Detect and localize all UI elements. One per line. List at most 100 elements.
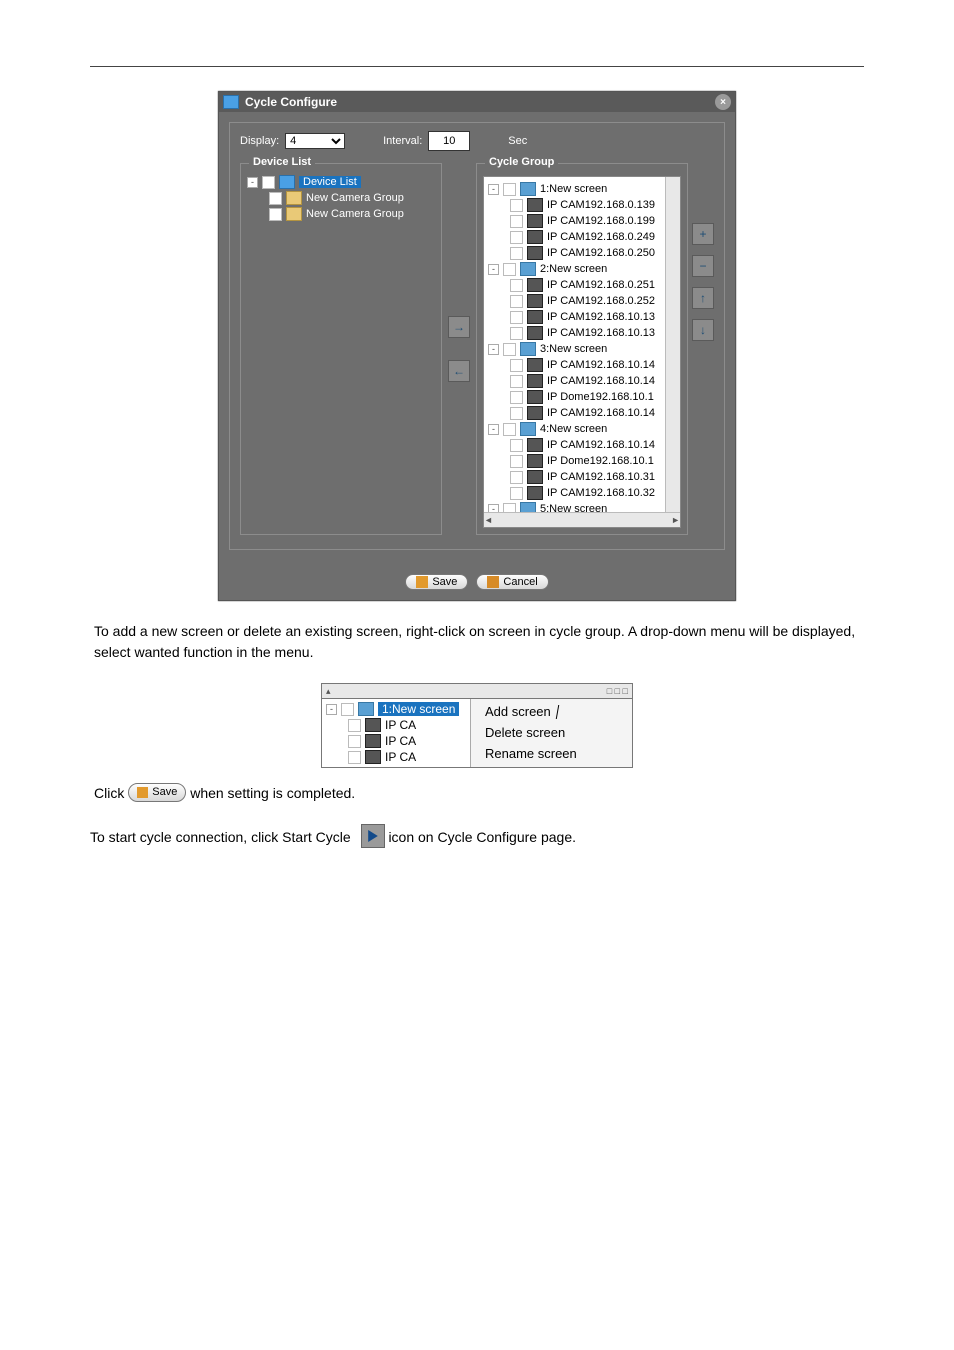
- cursor-icon: [556, 705, 569, 719]
- save-button[interactable]: Save: [405, 574, 468, 590]
- tree-item[interactable]: New Camera Group: [247, 206, 435, 222]
- checkbox[interactable]: [348, 719, 361, 732]
- checkbox[interactable]: [348, 751, 361, 764]
- tree-camera-node[interactable]: IP Dome192.168.10.1: [488, 453, 676, 469]
- checkbox[interactable]: [269, 192, 282, 205]
- move-left-button[interactable]: ←: [448, 360, 470, 382]
- expander-icon[interactable]: -: [326, 704, 337, 715]
- close-button[interactable]: ×: [715, 94, 731, 110]
- checkbox[interactable]: [503, 343, 516, 356]
- camera-label: IP CAM192.168.10.14: [547, 439, 655, 451]
- camera-label: IP CAM192.168.10.13: [547, 327, 655, 339]
- checkbox[interactable]: [510, 391, 523, 404]
- body-text: Click: [94, 785, 128, 801]
- tree-screen-node[interactable]: -3:New screen: [488, 341, 676, 357]
- expander-icon[interactable]: -: [488, 184, 499, 195]
- display-select[interactable]: 4: [285, 133, 345, 149]
- tree-camera-node[interactable]: IP CAM192.168.10.14: [488, 357, 676, 373]
- tree-screen-node[interactable]: -2:New screen: [488, 261, 676, 277]
- tree-item[interactable]: IP CA: [326, 733, 466, 749]
- start-cycle-button[interactable]: [361, 824, 385, 848]
- checkbox[interactable]: [503, 263, 516, 276]
- camera-icon: [527, 278, 543, 292]
- tree-camera-node[interactable]: IP CAM192.168.0.199: [488, 213, 676, 229]
- tree-item[interactable]: IP CA: [326, 749, 466, 765]
- checkbox[interactable]: [510, 327, 523, 340]
- app-icon: [223, 95, 239, 109]
- tree-item[interactable]: IP CA: [326, 717, 466, 733]
- tree-camera-node[interactable]: IP CAM192.168.10.14: [488, 437, 676, 453]
- checkbox[interactable]: [510, 199, 523, 212]
- checkbox[interactable]: [503, 423, 516, 436]
- menu-item-label: Delete screen: [485, 725, 565, 740]
- tree-item-label: IP CA: [385, 750, 416, 764]
- screen-icon: [520, 422, 536, 436]
- context-menu-item-delete[interactable]: Delete screen: [471, 722, 632, 743]
- expander-icon[interactable]: -: [488, 344, 499, 355]
- tree-camera-node[interactable]: IP CAM192.168.10.14: [488, 405, 676, 421]
- context-menu-item-rename[interactable]: Rename screen: [471, 743, 632, 764]
- tree-screen-node[interactable]: - 1:New screen: [488, 181, 676, 197]
- checkbox[interactable]: [510, 375, 523, 388]
- tree-screen-node[interactable]: -4:New screen: [488, 421, 676, 437]
- checkbox[interactable]: [348, 735, 361, 748]
- folder-icon: [286, 207, 302, 221]
- cancel-button[interactable]: Cancel: [476, 574, 548, 590]
- checkbox[interactable]: [510, 439, 523, 452]
- inline-save-button[interactable]: Save: [128, 783, 186, 803]
- selected-screen-label: 1:New screen: [378, 702, 459, 716]
- interval-input[interactable]: [428, 131, 470, 151]
- figure-scrollbar-top: ▴□ □ □: [322, 684, 632, 699]
- checkbox[interactable]: [510, 407, 523, 420]
- checkbox[interactable]: [510, 247, 523, 260]
- tree-camera-node[interactable]: IP CAM192.168.10.13: [488, 325, 676, 341]
- vertical-scrollbar[interactable]: [665, 177, 680, 513]
- tree-camera-node[interactable]: IP CAM192.168.0.251: [488, 277, 676, 293]
- tree-camera-node[interactable]: IP CAM192.168.0.139: [488, 197, 676, 213]
- move-up-button[interactable]: ↑: [692, 287, 714, 309]
- checkbox[interactable]: [269, 208, 282, 221]
- tree-camera-node[interactable]: IP CAM192.168.10.32: [488, 485, 676, 501]
- move-right-button[interactable]: →: [448, 316, 470, 338]
- camera-icon: [527, 438, 543, 452]
- screen-label: 1:New screen: [540, 183, 607, 195]
- device-list-tree[interactable]: - Device List New Camera Group: [247, 174, 435, 222]
- dialog-bottom-buttons: Save Cancel: [219, 560, 735, 600]
- move-down-button[interactable]: ↓: [692, 319, 714, 341]
- add-screen-button[interactable]: +: [692, 223, 714, 245]
- tree-screen-node[interactable]: - 1:New screen: [326, 701, 466, 717]
- cycle-group-tree[interactable]: - 1:New screen IP CAM192.168.0.139 IP CAM19…: [484, 177, 680, 525]
- expander-icon[interactable]: -: [488, 264, 499, 275]
- checkbox[interactable]: [341, 703, 354, 716]
- camera-label: IP CAM192.168.10.13: [547, 311, 655, 323]
- interval-label: Interval:: [383, 135, 422, 147]
- tree-camera-node[interactable]: IP Dome192.168.10.1: [488, 389, 676, 405]
- checkbox[interactable]: [510, 487, 523, 500]
- tree-camera-node[interactable]: IP CAM192.168.0.249: [488, 229, 676, 245]
- tree-item-label: New Camera Group: [306, 192, 404, 204]
- checkbox[interactable]: [510, 455, 523, 468]
- tree-item[interactable]: New Camera Group: [247, 190, 435, 206]
- context-menu-item-add[interactable]: Add screen: [471, 701, 632, 722]
- tree-camera-node[interactable]: IP CAM192.168.10.14: [488, 373, 676, 389]
- checkbox[interactable]: [510, 359, 523, 372]
- checkbox[interactable]: [510, 311, 523, 324]
- horizontal-scrollbar[interactable]: ◄►: [484, 512, 680, 527]
- tree-root[interactable]: - Device List: [247, 174, 435, 190]
- checkbox[interactable]: [510, 215, 523, 228]
- remove-screen-button[interactable]: −: [692, 255, 714, 277]
- checkbox[interactable]: [510, 295, 523, 308]
- tree-camera-node[interactable]: IP CAM192.168.0.250: [488, 245, 676, 261]
- checkbox[interactable]: [510, 231, 523, 244]
- expander-icon[interactable]: -: [247, 177, 258, 188]
- checkbox[interactable]: [510, 279, 523, 292]
- checkbox[interactable]: [510, 471, 523, 484]
- body-text: icon on Cycle Configure page.: [388, 829, 576, 845]
- tree-camera-node[interactable]: IP CAM192.168.10.13: [488, 309, 676, 325]
- camera-label: IP CAM192.168.0.139: [547, 199, 655, 211]
- checkbox[interactable]: [262, 176, 275, 189]
- tree-camera-node[interactable]: IP CAM192.168.0.252: [488, 293, 676, 309]
- expander-icon[interactable]: -: [488, 424, 499, 435]
- tree-camera-node[interactable]: IP CAM192.168.10.31: [488, 469, 676, 485]
- checkbox[interactable]: [503, 183, 516, 196]
